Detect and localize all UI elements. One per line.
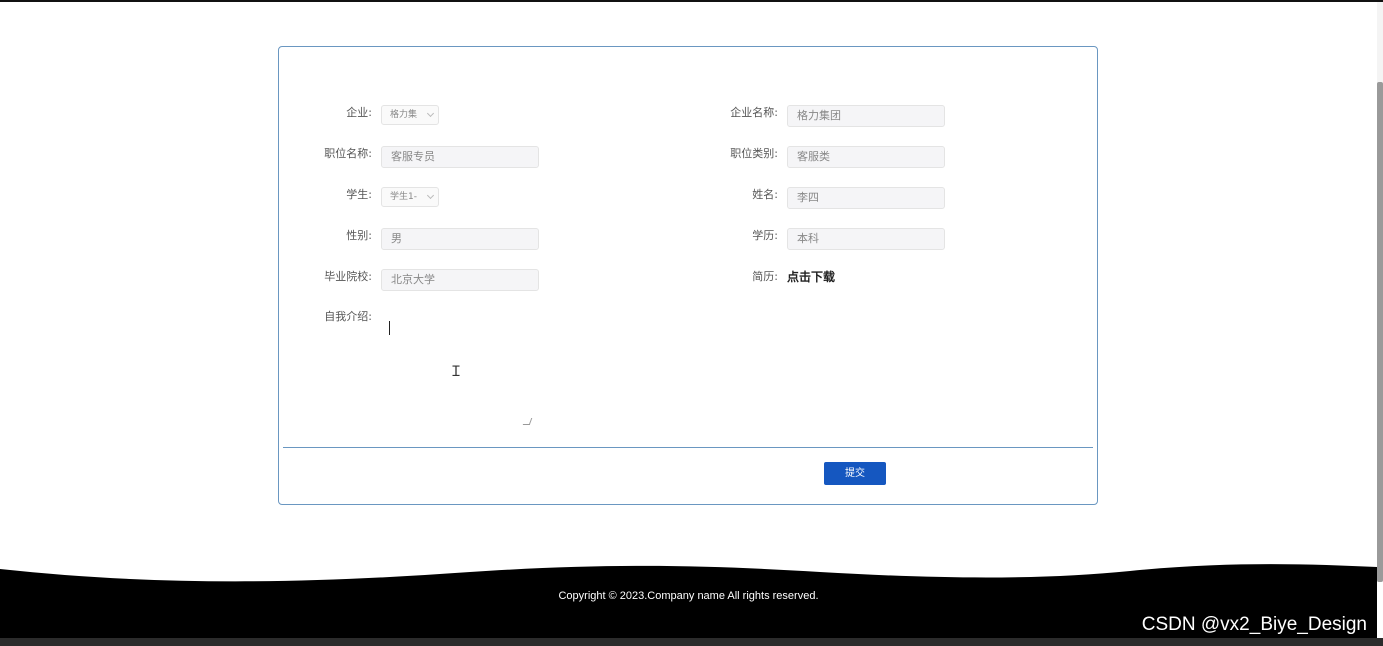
- text-caret: [389, 321, 390, 335]
- gender-label: 性别:: [346, 229, 372, 242]
- taskbar-strip: [0, 638, 1383, 646]
- school-label: 毕业院校:: [324, 270, 372, 283]
- chevron-down-icon: [426, 191, 435, 200]
- education-label: 学历:: [752, 229, 778, 242]
- name-label: 姓名:: [752, 188, 778, 201]
- gender-field[interactable]: 男: [381, 228, 539, 250]
- company-label: 企业:: [346, 106, 372, 119]
- company-select-value: 格力集: [390, 110, 418, 120]
- resume-label: 简历:: [752, 270, 778, 283]
- position-name-field[interactable]: 客服专员: [381, 146, 539, 168]
- student-label: 学生:: [346, 188, 372, 201]
- name-field[interactable]: 李四: [787, 187, 945, 209]
- intro-textarea[interactable]: Ｉ: [381, 315, 533, 427]
- position-type-field[interactable]: 客服类: [787, 146, 945, 168]
- company-select[interactable]: 格力集: [381, 105, 439, 125]
- application-form: 企业: 格力集 企业名称: 格力集团 职位名称: 客服专员 职位类别: 客服类 …: [278, 46, 1098, 505]
- form-divider: [283, 447, 1093, 448]
- text-cursor-icon: Ｉ: [449, 364, 463, 380]
- scrollbar[interactable]: [1377, 2, 1383, 582]
- school-field[interactable]: 北京大学: [381, 269, 539, 291]
- scrollbar-thumb[interactable]: [1377, 82, 1383, 582]
- watermark: CSDN @vx2_Biye_Design: [1141, 614, 1367, 635]
- resize-handle-icon[interactable]: [522, 418, 533, 425]
- company-name-field[interactable]: 格力集团: [787, 105, 945, 127]
- student-select-value: 学生1-: [390, 192, 417, 202]
- copyright-text: Copyright © 2023.Company name All rights…: [558, 590, 819, 602]
- student-select[interactable]: 学生1-: [381, 187, 439, 207]
- submit-button[interactable]: 提交: [824, 462, 886, 485]
- resume-download-link[interactable]: 点击下载: [787, 269, 835, 285]
- education-field[interactable]: 本科: [787, 228, 945, 250]
- chevron-down-icon: [426, 109, 435, 118]
- position-name-label: 职位名称:: [324, 147, 372, 160]
- position-type-label: 职位类别:: [730, 147, 778, 160]
- company-name-label: 企业名称:: [730, 106, 778, 119]
- top-border: [0, 0, 1383, 2]
- intro-label: 自我介绍:: [324, 310, 372, 323]
